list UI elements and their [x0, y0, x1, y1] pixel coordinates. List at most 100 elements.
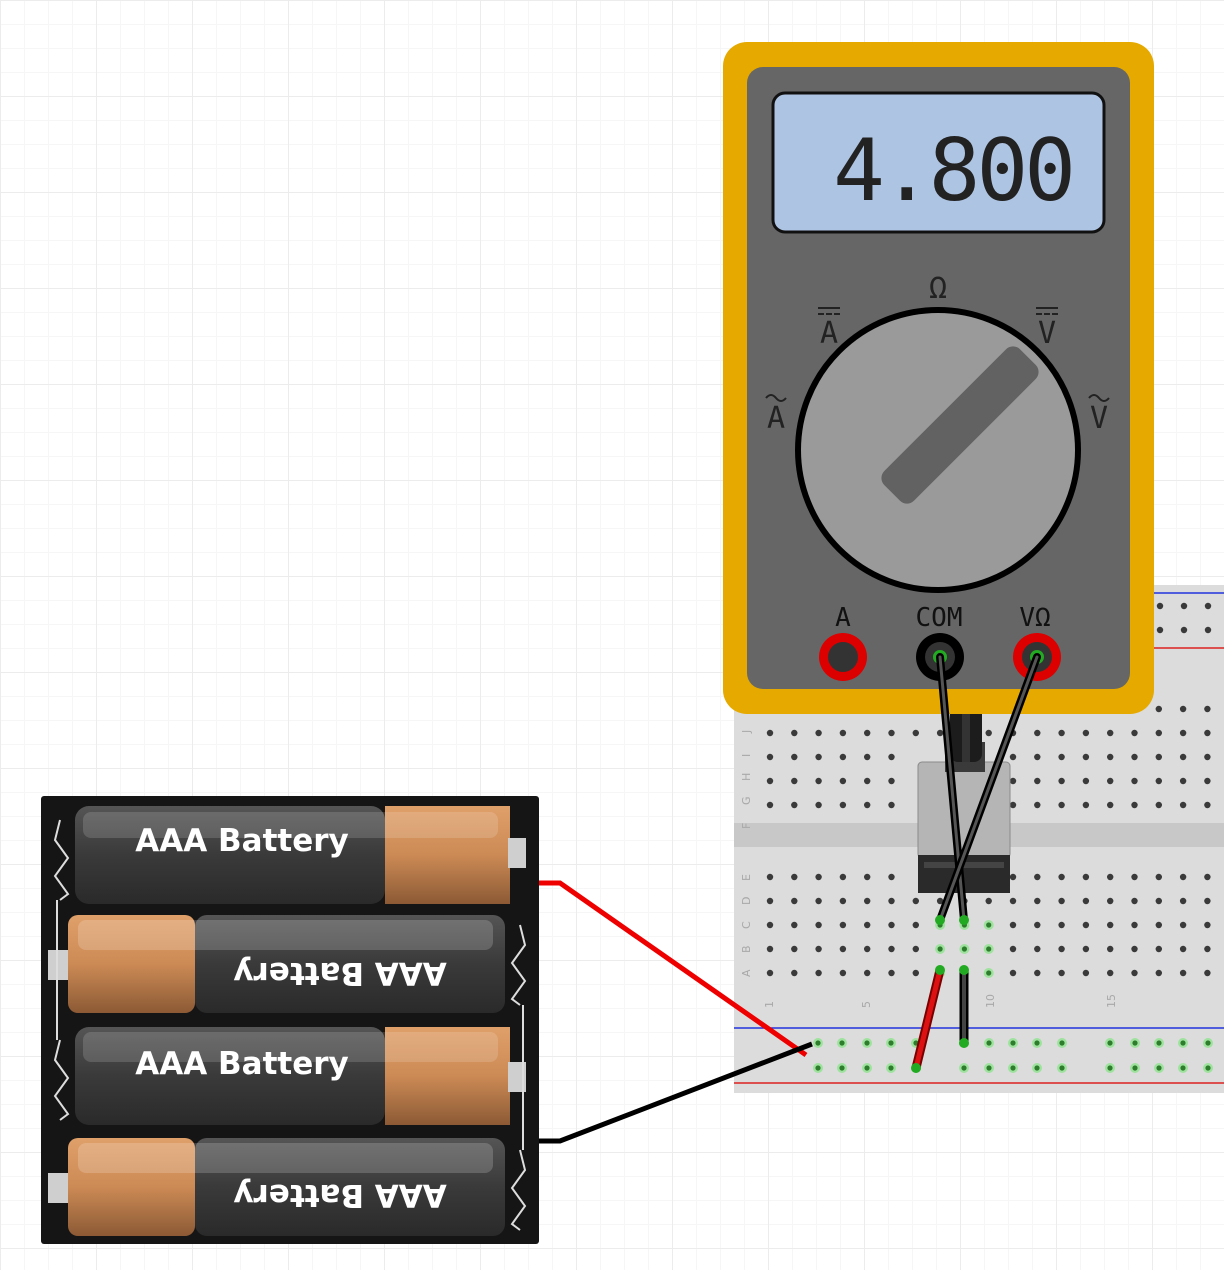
breadboard-hole [1179, 945, 1187, 953]
column-number: 10 [984, 994, 997, 1008]
breadboard-hole [1204, 729, 1211, 737]
breadboard-hole-active [888, 1065, 894, 1071]
breadboard-hole [1058, 801, 1065, 809]
breadboard-hole [1204, 626, 1212, 634]
breadboard-hole [1180, 602, 1188, 610]
breadboard-hole-active [986, 1065, 992, 1071]
breadboard-hole [839, 921, 847, 929]
breadboard-hole [864, 921, 871, 929]
breadboard-hole [1131, 801, 1138, 809]
breadboard-hole [791, 777, 798, 785]
breadboard-hole [1009, 777, 1017, 785]
row-letter: J [740, 730, 753, 734]
breadboard-hole [1082, 801, 1090, 809]
breadboard-hole [815, 729, 822, 737]
breadboard-hole [888, 753, 895, 761]
breadboard-hole [791, 753, 798, 761]
breadboard-hole [1058, 729, 1065, 737]
breadboard-hole [936, 729, 944, 737]
breadboard-hole [1058, 921, 1065, 929]
probe-lead-end [959, 915, 969, 925]
breadboard-hole-active [986, 922, 992, 928]
breadboard-hole [1034, 921, 1041, 929]
breadboard-hole [1107, 969, 1114, 977]
breadboard-hole [766, 969, 774, 977]
breadboard-hole [1034, 945, 1041, 953]
breadboard-hole [815, 753, 822, 761]
breadboard-hole [1058, 897, 1065, 905]
breadboard-hole [912, 897, 919, 905]
breadboard-hole [888, 873, 895, 881]
breadboard-hole [1155, 705, 1163, 713]
breadboard-hole-active [1034, 1065, 1040, 1071]
breadboard-hole [791, 969, 798, 977]
breadboard-hole [815, 873, 822, 881]
breadboard-hole [1034, 729, 1041, 737]
battery-label: AAA Battery [233, 955, 446, 991]
breadboard-hole [864, 873, 871, 881]
probe-lead-end [935, 915, 945, 925]
breadboard-hole [985, 729, 992, 737]
breadboard-hole [839, 801, 847, 809]
row-letter: F [740, 823, 753, 829]
breadboard-hole [1058, 777, 1065, 785]
breadboard-hole [1131, 945, 1138, 953]
breadboard-hole-active [961, 1065, 967, 1071]
breadboard-hole [839, 777, 847, 785]
breadboard-hole [1179, 705, 1187, 713]
breadboard-hole [1155, 753, 1163, 761]
breadboard-hole-active [986, 946, 992, 952]
jumper-end [935, 965, 945, 975]
battery-cell: AAA Battery [48, 1138, 505, 1236]
breadboard-hole [815, 945, 822, 953]
breadboard-hole [1131, 921, 1138, 929]
breadboard-hole [1034, 753, 1041, 761]
circuit-scene: J I H G F E D C B A 1 5 10 15 AAA Batter… [41, 42, 1224, 1244]
battery-cell: AAA Battery [75, 806, 526, 904]
breadboard-hole [888, 921, 895, 929]
breadboard-hole [1107, 801, 1114, 809]
breadboard-hole [1082, 729, 1090, 737]
breadboard-hole-active [937, 946, 943, 952]
breadboard-hole [1204, 602, 1212, 610]
row-letter: G [740, 796, 753, 805]
breadboard-hole-active [1132, 1065, 1138, 1071]
breadboard-hole [1058, 969, 1065, 977]
breadboard-hole [1204, 945, 1211, 953]
breadboard-hole [1131, 753, 1138, 761]
breadboard-hole-active [1180, 1040, 1186, 1046]
breadboard-hole [1107, 753, 1114, 761]
breadboard-hole [888, 777, 895, 785]
breadboard-hole [1082, 897, 1090, 905]
breadboard-hole [815, 969, 822, 977]
breadboard-hole [1009, 897, 1017, 905]
breadboard-hole [1156, 626, 1164, 634]
breadboard-hole-active [888, 1040, 894, 1046]
row-letter: A [740, 969, 753, 977]
breadboard-hole-active [1132, 1040, 1138, 1046]
breadboard-hole [1058, 753, 1065, 761]
breadboard-hole [1179, 921, 1187, 929]
breadboard-hole [912, 729, 919, 737]
breadboard-hole [1131, 777, 1138, 785]
breadboard-hole [1179, 873, 1187, 881]
breadboard-hole [1131, 729, 1138, 737]
jack-label-common: COM [916, 603, 963, 633]
breadboard-hole [864, 777, 871, 785]
ohm-symbol: Ω [929, 271, 947, 306]
breadboard-hole [766, 801, 774, 809]
breadboard-hole [1204, 969, 1211, 977]
breadboard-hole [1155, 921, 1163, 929]
breadboard-hole [1107, 873, 1114, 881]
breadboard-hole [864, 969, 871, 977]
breadboard-hole [1131, 969, 1138, 977]
breadboard-hole [1107, 945, 1114, 953]
breadboard-hole [1058, 945, 1065, 953]
amps-jack[interactable] [819, 633, 867, 681]
breadboard-hole [1179, 801, 1187, 809]
breadboard-hole [1179, 969, 1187, 977]
breadboard-hole-active [1059, 1040, 1065, 1046]
ac-volts-symbol: V [1088, 394, 1110, 436]
breadboard-hole-active [864, 1040, 870, 1046]
breadboard-hole-active [839, 1065, 845, 1071]
